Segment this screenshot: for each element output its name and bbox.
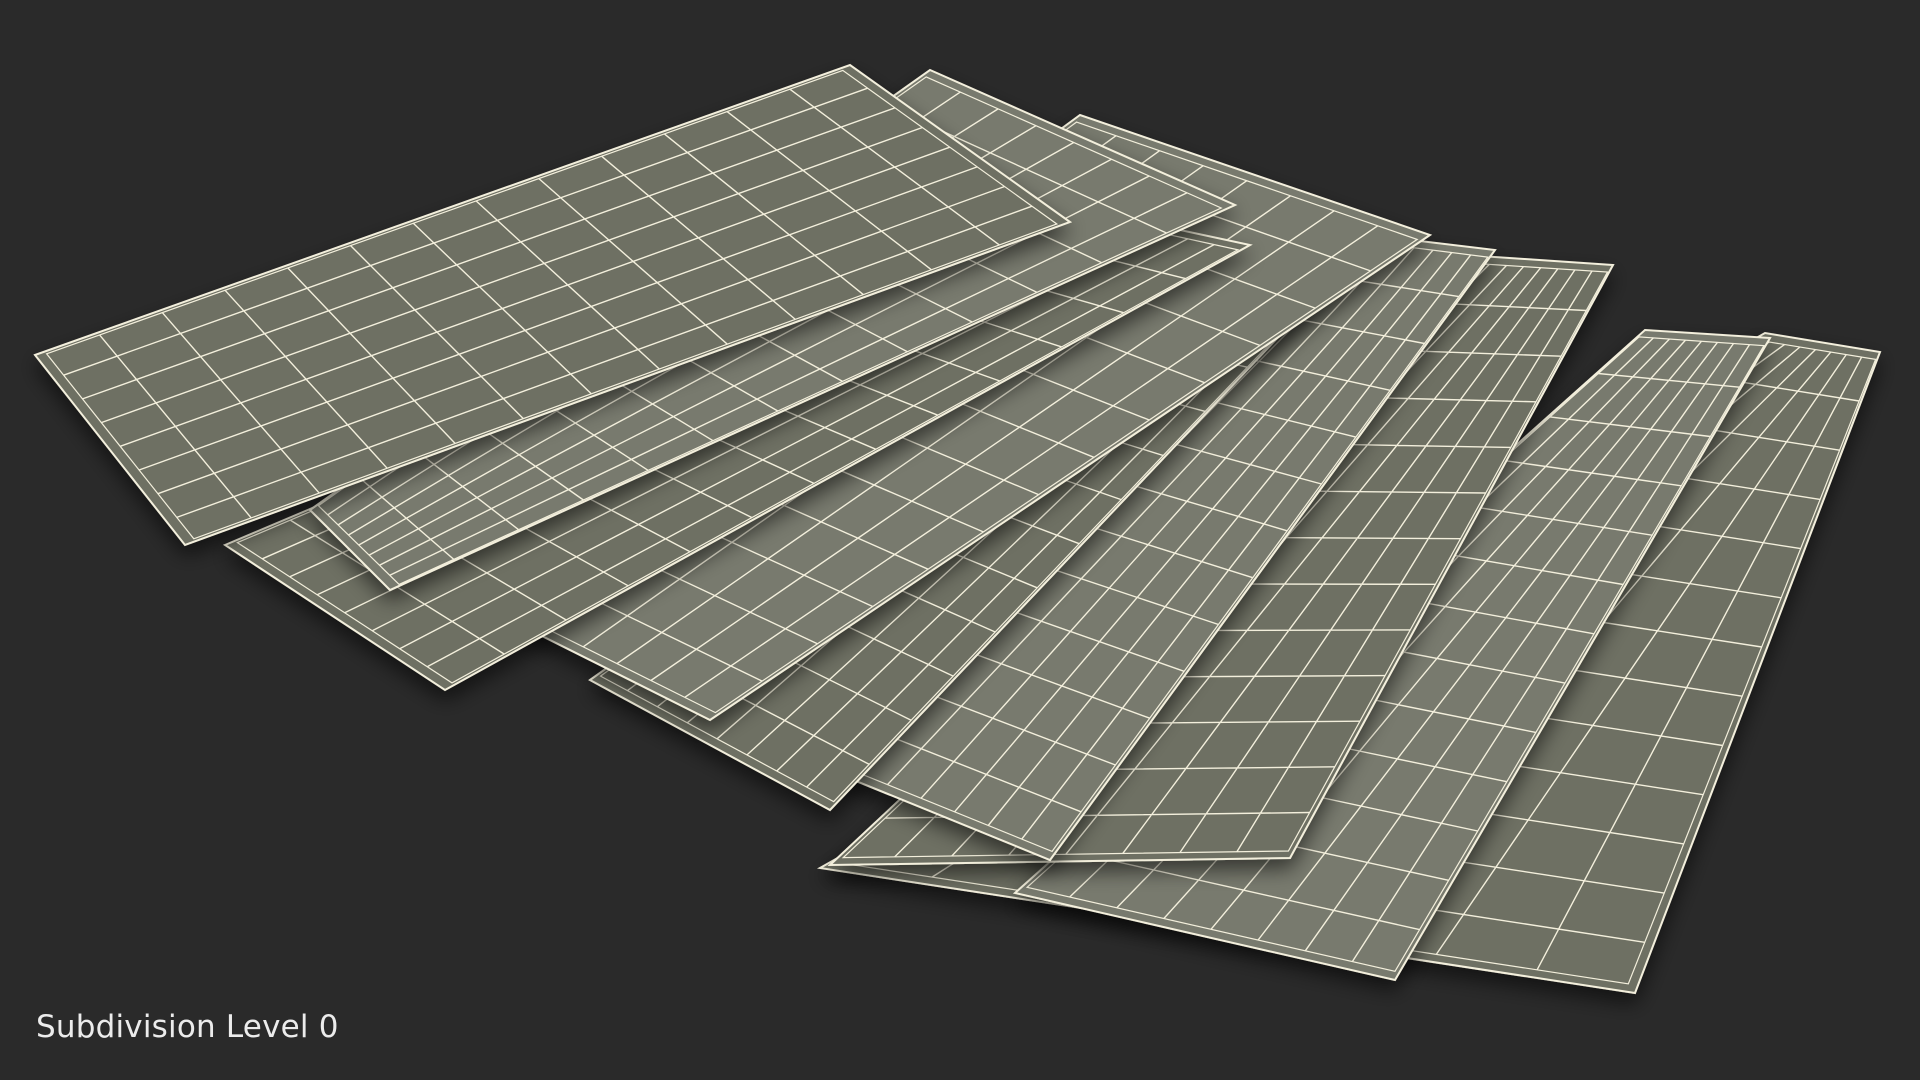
paper-sheets-render [33, 63, 1882, 995]
render-viewport [0, 0, 1920, 1080]
subdivision-level-caption: Subdivision Level 0 [36, 1009, 339, 1045]
